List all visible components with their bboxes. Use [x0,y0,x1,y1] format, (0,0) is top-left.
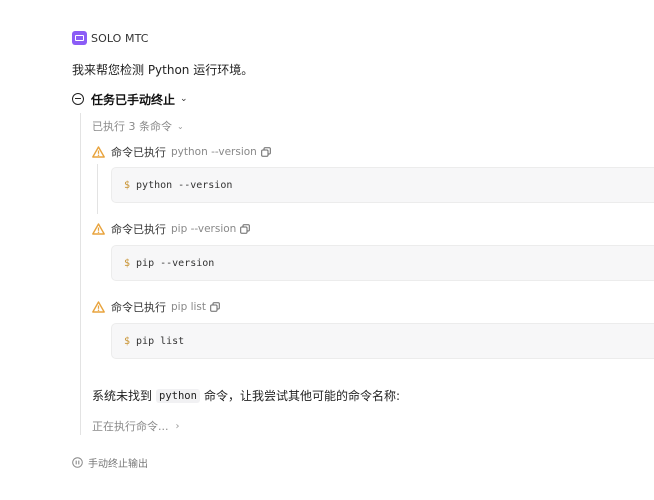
command-status-label: 命令已执行 [111,146,166,159]
command-name: pip --version [171,223,237,235]
assistant-header: SOLO MTC [72,30,149,46]
warning-icon [92,146,105,158]
chevron-down-icon: ⌄ [177,121,184,131]
app-window-icon [72,31,87,45]
summary-text-after: 命令，让我尝试其他可能的命令名称: [203,389,400,403]
summary-text-before: 系统未找到 [92,389,153,403]
command-name: pip list [171,301,207,313]
minus-circle-icon [72,93,84,105]
inline-code: python [156,388,200,403]
task-title: 任务已手动终止 [91,92,176,107]
copy-icon[interactable] [240,224,251,234]
command-item: 命令已执行 pip list [92,299,220,315]
command-status-label: 命令已执行 [111,223,166,236]
command-item: 命令已执行 pip --version [92,221,251,237]
copy-icon[interactable] [210,302,220,312]
executed-count-toggle[interactable]: 已执行 3 条命令 ⌄ [92,118,184,134]
thread-line [80,113,81,435]
warning-icon [92,301,105,313]
stop-output-button[interactable]: 手动终止输出 [72,455,148,470]
command-thread-line [97,164,98,214]
code-block[interactable]: $ pip --version [111,245,654,281]
shell-prompt: $ [124,257,131,269]
chevron-right-icon: › [175,420,180,432]
code-text: pip list [136,335,185,347]
assistant-name: SOLO MTC [91,31,149,45]
executed-count-label: 已执行 3 条命令 [92,120,172,133]
warning-icon [92,223,105,235]
shell-prompt: $ [124,335,131,347]
shell-prompt: $ [124,179,131,191]
intro-message: 我来帮您检测 Python 运行环境。 [72,63,254,77]
code-block[interactable]: $ pip list [111,323,654,359]
code-text: pip --version [136,257,215,269]
command-name: python --version [171,146,257,158]
summary-message: 系统未找到 python 命令，让我尝试其他可能的命令名称: [92,387,400,404]
copy-icon[interactable] [261,147,271,157]
task-header[interactable]: 任务已手动终止 ⌄ [72,91,188,107]
command-status-label: 命令已执行 [111,301,166,314]
code-text: python --version [136,179,233,191]
code-block[interactable]: $ python --version [111,167,654,203]
stop-output-label: 手动终止输出 [88,459,148,470]
command-item: 命令已执行 python --version [92,144,271,160]
pause-icon [72,457,83,468]
chevron-down-icon[interactable]: ⌄ [180,94,188,104]
running-status-label: 正在执行命令... [92,420,169,433]
running-status-toggle[interactable]: 正在执行命令... › [92,418,180,434]
